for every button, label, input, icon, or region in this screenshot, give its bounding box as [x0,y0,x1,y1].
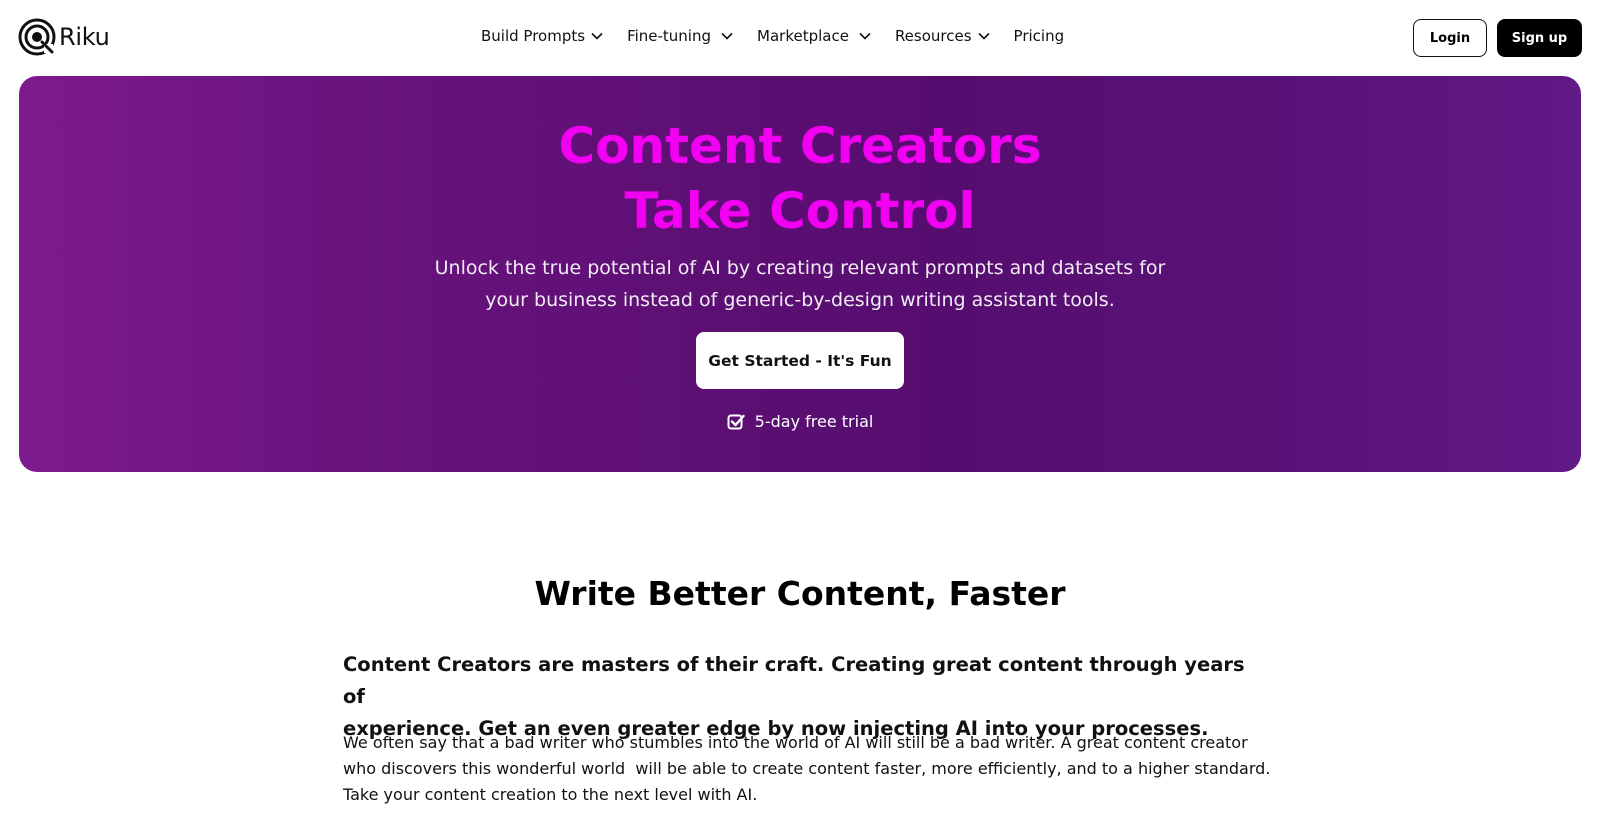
login-button[interactable]: Login [1413,19,1487,57]
hero-subtitle: Unlock the true potential of AI by creat… [19,252,1581,316]
nav-resources[interactable]: Resources [895,27,990,45]
site-header: Riku Build Prompts Fine-tuning Marketpla… [0,0,1600,76]
nav-build-prompts[interactable]: Build Prompts [481,27,603,45]
section-body-line1: We often say that a bad writer who stumb… [343,733,1248,752]
checkbox-checked-icon [727,414,745,429]
nav-item-label: Resources [894,27,972,45]
section-title: Write Better Content, Faster [534,574,1066,613]
hero-subtitle-line2: your business instead of generic-by-desi… [485,289,1115,311]
nav-item-label: Marketplace [757,27,849,45]
nav-fine-tuning[interactable]: Fine-tuning [627,27,733,45]
nav-marketplace[interactable]: Marketplace [757,27,871,45]
get-started-button[interactable]: Get Started - It's Fun [696,332,904,389]
nav-item-label: Pricing [1013,27,1065,45]
nav-item-label: Build Prompts [481,27,586,45]
section-body-line3: Take your content creation to the next l… [343,785,758,804]
section-lead-line1: Content Creators are masters of their cr… [343,653,1245,708]
riku-logo-icon [18,18,56,56]
hero-banner: Content Creators Take Control Unlock the… [19,76,1581,472]
nav-item-label: Fine-tuning [627,27,712,45]
brand-logo[interactable]: Riku [18,18,110,56]
chevron-down-icon [721,32,733,40]
chevron-down-icon [591,32,603,40]
section-body: We often say that a bad writer who stumb… [343,730,1271,808]
free-trial-label: 5-day free trial [754,412,874,431]
signup-button[interactable]: Sign up [1497,19,1582,57]
main-nav: Build Prompts Fine-tuning Marketplace Re… [481,27,1064,45]
brand-name: Riku [59,23,110,51]
hero-title-line1: Content Creators [558,117,1042,175]
section-body-line2: who discovers this wonderful world will … [343,759,1271,778]
nav-pricing[interactable]: Pricing [1014,27,1065,45]
chevron-down-icon [859,32,871,40]
hero-subtitle-line1: Unlock the true potential of AI by creat… [434,257,1166,279]
chevron-down-icon [977,32,990,40]
hero-title-line2: Take Control [624,182,976,240]
free-trial-note: 5-day free trial [19,412,1581,431]
